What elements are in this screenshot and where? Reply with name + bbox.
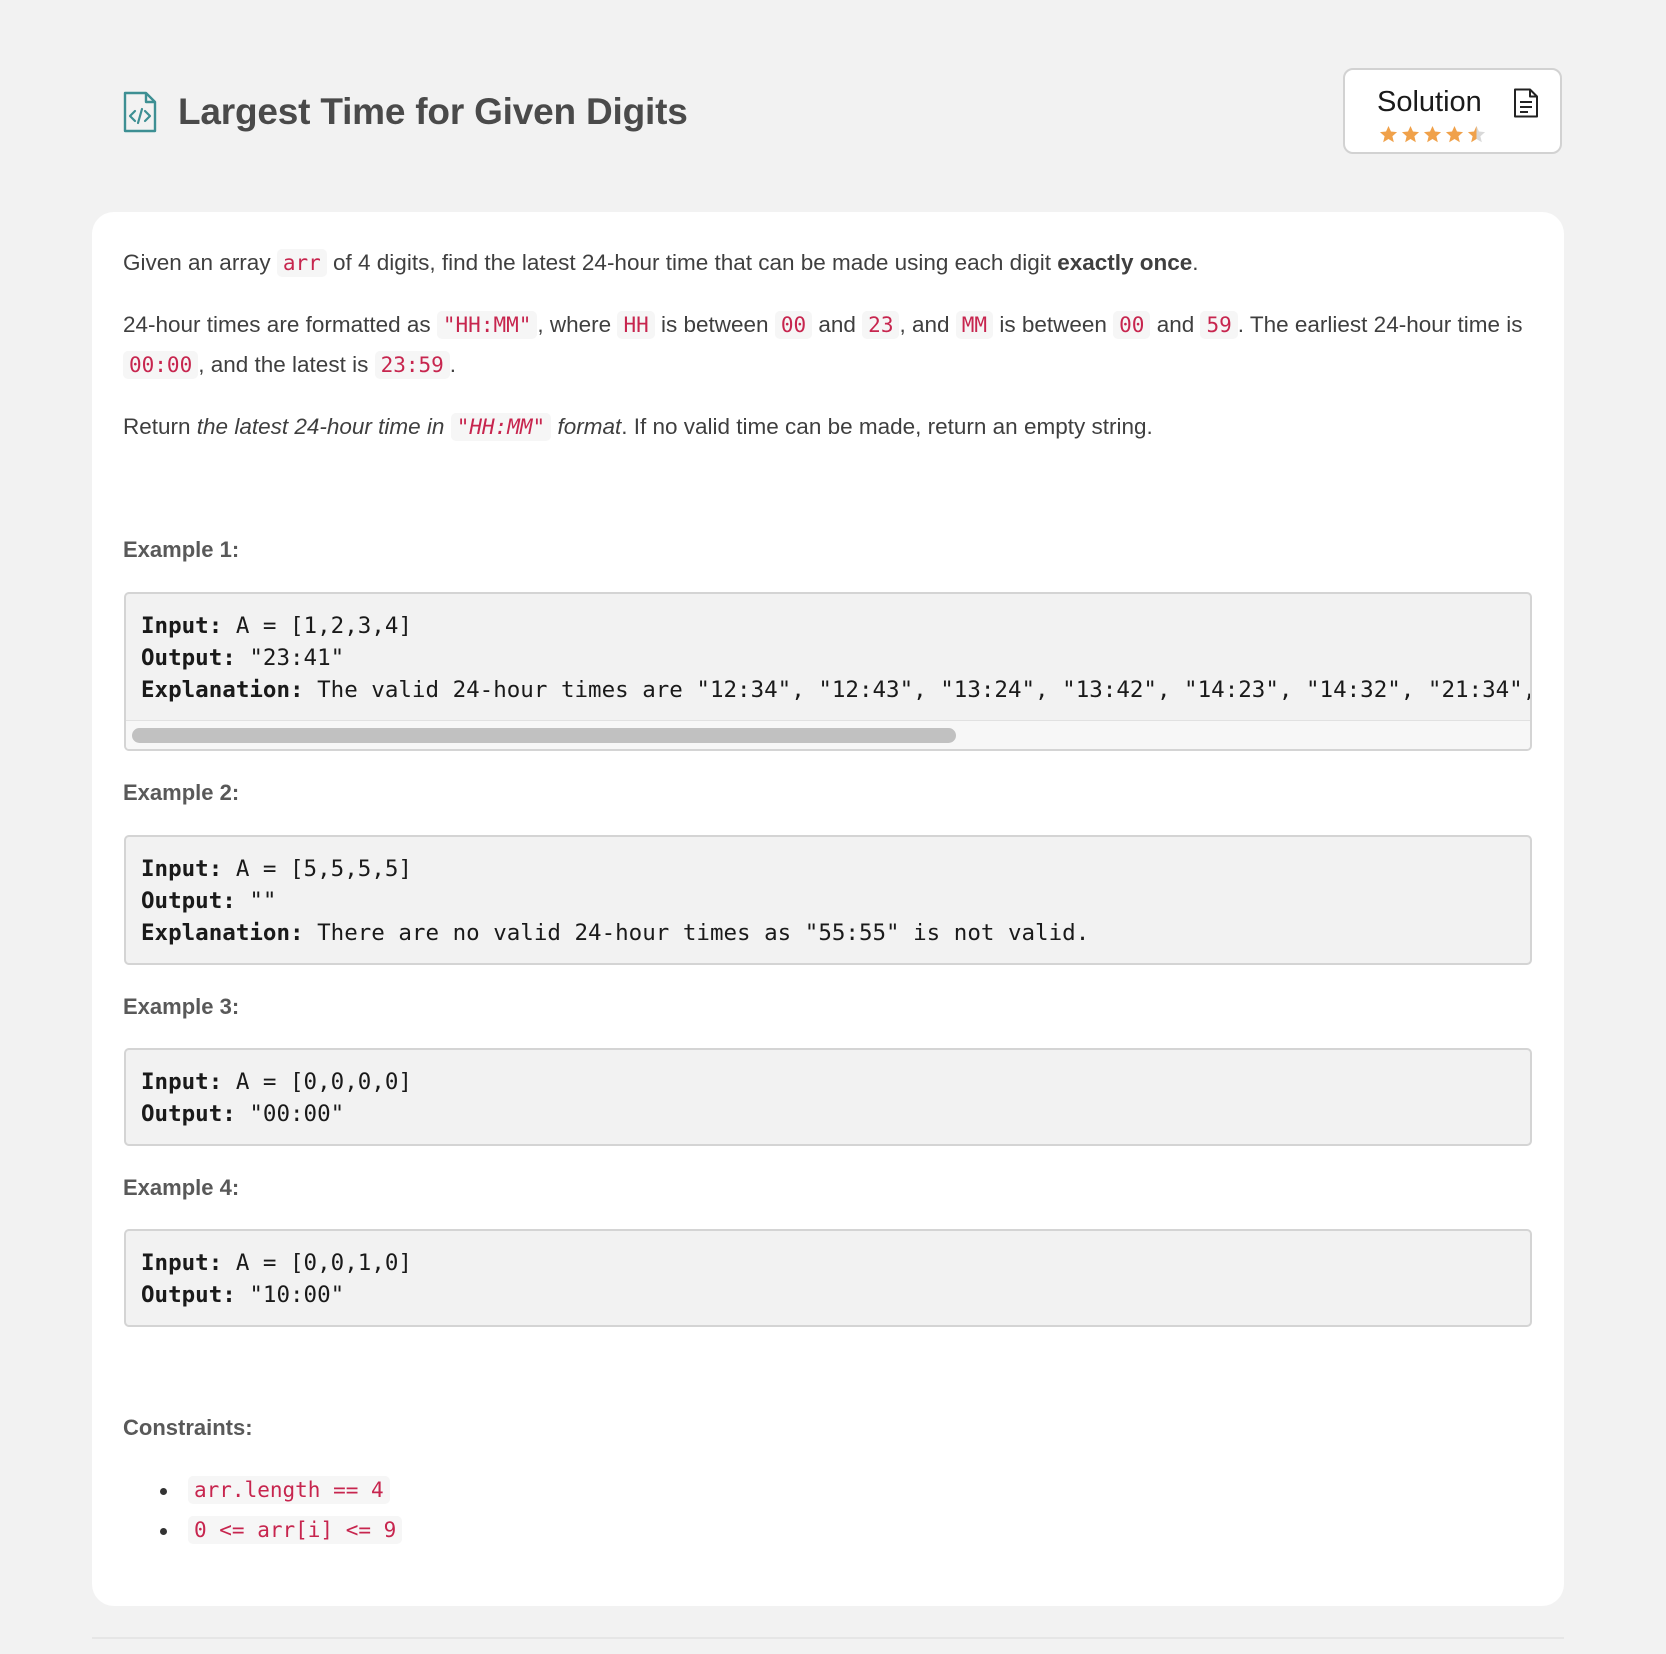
star-icon bbox=[1379, 125, 1398, 144]
document-icon bbox=[1513, 88, 1539, 118]
rating-stars bbox=[1379, 125, 1486, 144]
description-paragraph-1: Given an array arr of 4 digits, find the… bbox=[123, 249, 1199, 277]
star-icon bbox=[1467, 125, 1486, 144]
example-2-block: Input: A = [5,5,5,5] Output: "" Explanat… bbox=[124, 835, 1532, 965]
page-header: Largest Time for Given Digits bbox=[122, 88, 688, 136]
solution-label: Solution bbox=[1377, 86, 1482, 118]
solution-button[interactable]: Solution bbox=[1343, 68, 1562, 154]
example-3-title: Example 3: bbox=[123, 994, 240, 1019]
list-item: 0 <= arr[i] <= 9 bbox=[124, 1510, 403, 1550]
constraints-list: arr.length == 4 0 <= arr[i] <= 9 bbox=[124, 1470, 403, 1550]
code-file-icon bbox=[122, 91, 158, 133]
example-2-title: Example 2: bbox=[123, 780, 240, 805]
scrollbar-thumb[interactable] bbox=[132, 728, 956, 743]
example-4-block: Input: A = [0,0,1,0] Output: "10:00" bbox=[124, 1229, 1532, 1327]
constraints-title: Constraints: bbox=[123, 1415, 253, 1440]
example-3-block: Input: A = [0,0,0,0] Output: "00:00" bbox=[124, 1048, 1532, 1146]
problem-description: Given an array arr of 4 digits, find the… bbox=[123, 243, 1533, 447]
inline-code: arr bbox=[276, 249, 327, 277]
horizontal-scrollbar[interactable] bbox=[126, 720, 1530, 749]
list-item: arr.length == 4 bbox=[124, 1470, 402, 1510]
example-4-title: Example 4: bbox=[123, 1175, 240, 1200]
description-paragraph-3: Return the latest 24-hour time in "HH:MM… bbox=[123, 413, 1153, 441]
page-title: Largest Time for Given Digits bbox=[178, 91, 688, 132]
description-paragraph-2: 24-hour times are formatted as "HH:MM", … bbox=[123, 311, 1523, 379]
example-1-block[interactable]: Input: A = [1,2,3,4] Output: "23:41" Exp… bbox=[124, 592, 1532, 751]
star-icon bbox=[1445, 125, 1464, 144]
star-icon bbox=[1423, 125, 1442, 144]
divider bbox=[92, 1637, 1564, 1639]
star-icon bbox=[1401, 125, 1420, 144]
example-1-title: Example 1: bbox=[123, 537, 240, 562]
